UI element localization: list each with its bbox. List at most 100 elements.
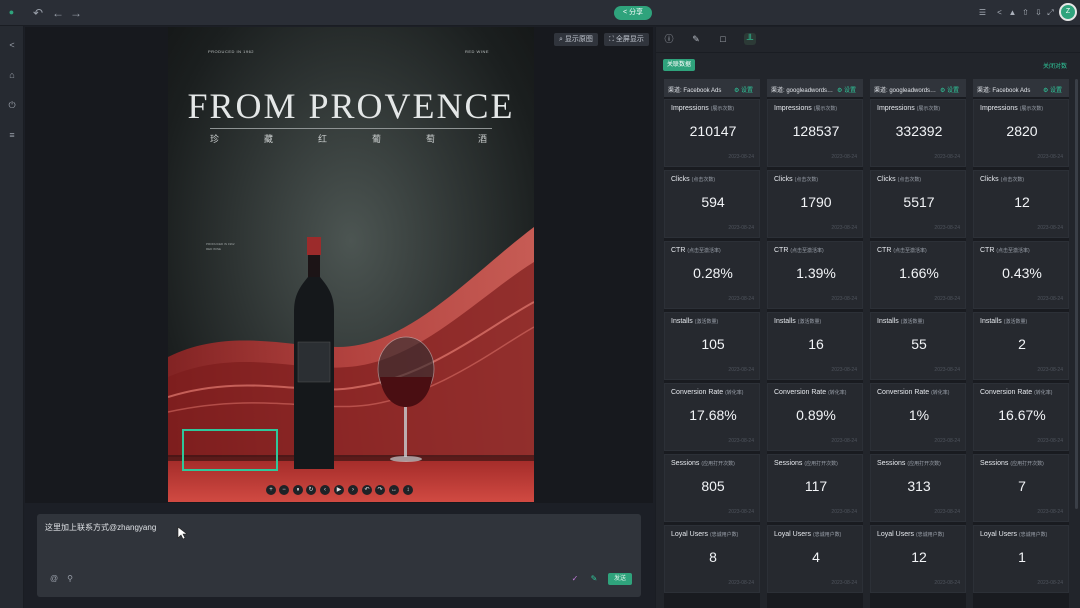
metric-card[interactable]: Clicks (点击次数) 12 2023-08-24 — [973, 170, 1069, 238]
metric-card[interactable]: Loyal Users (忠诚用户数) 12 2023-08-24 — [870, 525, 966, 593]
metric-subtitle: (激活数量) — [1003, 319, 1028, 325]
metric-name: Sessions — [877, 460, 906, 467]
metric-label: Installs (激活数量) — [671, 318, 718, 325]
metric-subtitle: (激活数量) — [694, 319, 719, 325]
settings-label: 设置 — [741, 88, 754, 94]
play-icon[interactable]: ▶ — [334, 485, 344, 495]
metric-subtitle: (点击次数) — [897, 177, 922, 183]
fullscreen-button[interactable]: ⛶ 全屏显示 — [604, 33, 649, 46]
back-icon[interactable]: < — [6, 39, 18, 51]
metric-card[interactable]: Conversion Rate (转化率) 0.89% 2023-08-24 — [767, 383, 863, 451]
panel-scrollbar[interactable] — [1075, 79, 1078, 509]
metric-name: Installs — [671, 318, 693, 325]
metric-card[interactable]: Installs (激活数量) 55 2023-08-24 — [870, 312, 966, 380]
metric-card[interactable]: Sessions (应用打开次数) 313 2023-08-24 — [870, 454, 966, 522]
metric-card[interactable]: Conversion Rate (转化率) 16.67% 2023-08-24 — [973, 383, 1069, 451]
metric-card[interactable]: Installs (激活数量) 16 2023-08-24 — [767, 312, 863, 380]
metric-subtitle: (应用打开次数) — [1010, 461, 1044, 467]
metric-value: 7 — [1018, 478, 1026, 494]
metric-subtitle: (点击次数) — [794, 177, 819, 183]
box-icon[interactable]: □ — [717, 33, 729, 45]
metric-card[interactable]: Impressions (展示次数) 128537 2023-08-24 — [767, 99, 863, 167]
metric-card[interactable]: Loyal Users (忠诚用户数) 4 2023-08-24 — [767, 525, 863, 593]
channel-name: 渠道: googleadwords_int — [874, 88, 938, 94]
metric-card[interactable]: Conversion Rate (转化率) 17.68% 2023-08-24 — [664, 383, 760, 451]
metric-date: 2023-08-24 — [934, 367, 960, 373]
metric-card[interactable]: Clicks (点击次数) 594 2023-08-24 — [664, 170, 760, 238]
undo-icon[interactable]: ↶ — [30, 5, 46, 21]
associate-data-button[interactable]: 关联数据 — [663, 59, 696, 71]
flip-vertical-icon[interactable]: ↕ — [403, 485, 413, 495]
metric-card[interactable]: CTR (点击至激活率) 1.66% 2023-08-24 — [870, 241, 966, 309]
arrow-left-icon[interactable]: ← — [50, 5, 66, 21]
download-icon[interactable]: ⇩ — [1034, 8, 1043, 18]
metric-subtitle: (展示次数) — [1019, 106, 1044, 112]
metric-card[interactable]: Sessions (应用打开次数) 7 2023-08-24 — [973, 454, 1069, 522]
show-original-button[interactable]: ⌕ 显示原图 — [554, 33, 598, 46]
share-icon[interactable]: < — [995, 8, 1004, 18]
prev-icon[interactable]: ‹ — [320, 485, 330, 495]
share-button[interactable]: < 分享 — [614, 6, 652, 20]
attachment-icon[interactable]: ⚲ — [65, 574, 75, 584]
metric-card[interactable]: Sessions (应用打开次数) 805 2023-08-24 — [664, 454, 760, 522]
bell-icon[interactable]: ▲ — [1008, 8, 1017, 18]
wine-poster-image[interactable]: PRODUCED IN 1962 RED WINE FROM PROVENCE … — [168, 27, 534, 502]
mention-icon[interactable]: @ — [49, 574, 59, 584]
rotate-right-icon[interactable]: ↷ — [375, 485, 385, 495]
brush-icon[interactable]: ✎ — [589, 574, 599, 584]
info-icon[interactable]: ⓘ — [663, 33, 675, 45]
metric-subtitle: (忠诚用户数) — [812, 532, 842, 538]
chart-icon[interactable]: ╨ — [744, 33, 756, 45]
settings-link[interactable]: ⚙ 设置 — [734, 85, 753, 94]
metric-card[interactable]: CTR (点击至激活率) 0.28% 2023-08-24 — [664, 241, 760, 309]
metric-date: 2023-08-24 — [934, 154, 960, 160]
pause-icon[interactable]: ⏸ — [293, 485, 303, 495]
metric-card[interactable]: CTR (点击至激活率) 0.43% 2023-08-24 — [973, 241, 1069, 309]
metric-card[interactable]: Impressions (展示次数) 2820 2023-08-24 — [973, 99, 1069, 167]
rotate-left-icon[interactable]: ↶ — [362, 485, 372, 495]
refresh-icon[interactable]: ↻ — [306, 485, 316, 495]
metric-card[interactable]: Clicks (点击次数) 1790 2023-08-24 — [767, 170, 863, 238]
metric-subtitle: (忠诚用户数) — [915, 532, 945, 538]
metric-value: 313 — [907, 478, 931, 494]
metric-label: CTR (点击至激活率) — [671, 247, 721, 254]
metric-card[interactable]: Impressions (展示次数) 210147 2023-08-24 — [664, 99, 760, 167]
avatar[interactable]: Z — [1059, 3, 1077, 21]
zoom-out-icon[interactable]: − — [279, 485, 289, 495]
metric-value: 0.43% — [1002, 265, 1042, 281]
chat-input-box[interactable]: 这里加上联系方式@zhangyang @ ⚲ ✓ ✎ 发送 — [37, 514, 641, 597]
send-button[interactable]: 发送 — [608, 573, 632, 585]
home-icon[interactable]: ⌂ — [6, 69, 18, 81]
settings-link[interactable]: ⚙ 设置 — [1043, 85, 1062, 94]
layers-icon[interactable]: ≡ — [6, 129, 18, 141]
poster-subtitle-char: 酒 — [478, 134, 488, 144]
arrow-right-icon[interactable]: → — [68, 5, 84, 21]
metric-card[interactable]: Installs (激活数量) 105 2023-08-24 — [664, 312, 760, 380]
check-icon[interactable]: ✓ — [570, 574, 580, 584]
metric-date: 2023-08-24 — [831, 154, 857, 160]
menu-icon[interactable]: ☰ — [978, 8, 987, 18]
settings-link[interactable]: ⚙ 设置 — [940, 85, 959, 94]
metric-card[interactable]: Sessions (应用打开次数) 117 2023-08-24 — [767, 454, 863, 522]
metric-card[interactable]: Loyal Users (忠诚用户数) 1 2023-08-24 — [973, 525, 1069, 593]
image-edit-icon[interactable]: ✎ — [690, 33, 702, 45]
zoom-in-icon[interactable]: + — [266, 485, 276, 495]
metric-date: 2023-08-24 — [728, 296, 754, 302]
next-icon[interactable]: › — [348, 485, 358, 495]
metric-card[interactable]: Impressions (展示次数) 332392 2023-08-24 — [870, 99, 966, 167]
selection-box[interactable] — [182, 429, 278, 471]
settings-link[interactable]: ⚙ 设置 — [837, 85, 856, 94]
chat-input-text[interactable]: 这里加上联系方式@zhangyang — [45, 522, 156, 533]
metric-card[interactable]: CTR (点击至激活率) 1.39% 2023-08-24 — [767, 241, 863, 309]
metric-card[interactable]: Installs (激活数量) 2 2023-08-24 — [973, 312, 1069, 380]
flip-horizontal-icon[interactable]: ↔ — [389, 485, 399, 495]
metric-card[interactable]: Loyal Users (忠诚用户数) 8 2023-08-24 — [664, 525, 760, 593]
metric-card[interactable]: Clicks (点击次数) 5517 2023-08-24 — [870, 170, 966, 238]
close-compare-link[interactable]: 关闭对数 — [1043, 61, 1067, 70]
metric-label: Conversion Rate (转化率) — [671, 389, 743, 396]
upload-icon[interactable]: ⇧ — [1021, 8, 1030, 18]
metric-card[interactable]: Conversion Rate (转化率) 1% 2023-08-24 — [870, 383, 966, 451]
app-logo-icon[interactable]: ● — [5, 6, 18, 19]
fullscreen-icon[interactable]: ⤢ — [1046, 8, 1055, 18]
plugin-icon[interactable]: ⏻ — [6, 99, 18, 111]
